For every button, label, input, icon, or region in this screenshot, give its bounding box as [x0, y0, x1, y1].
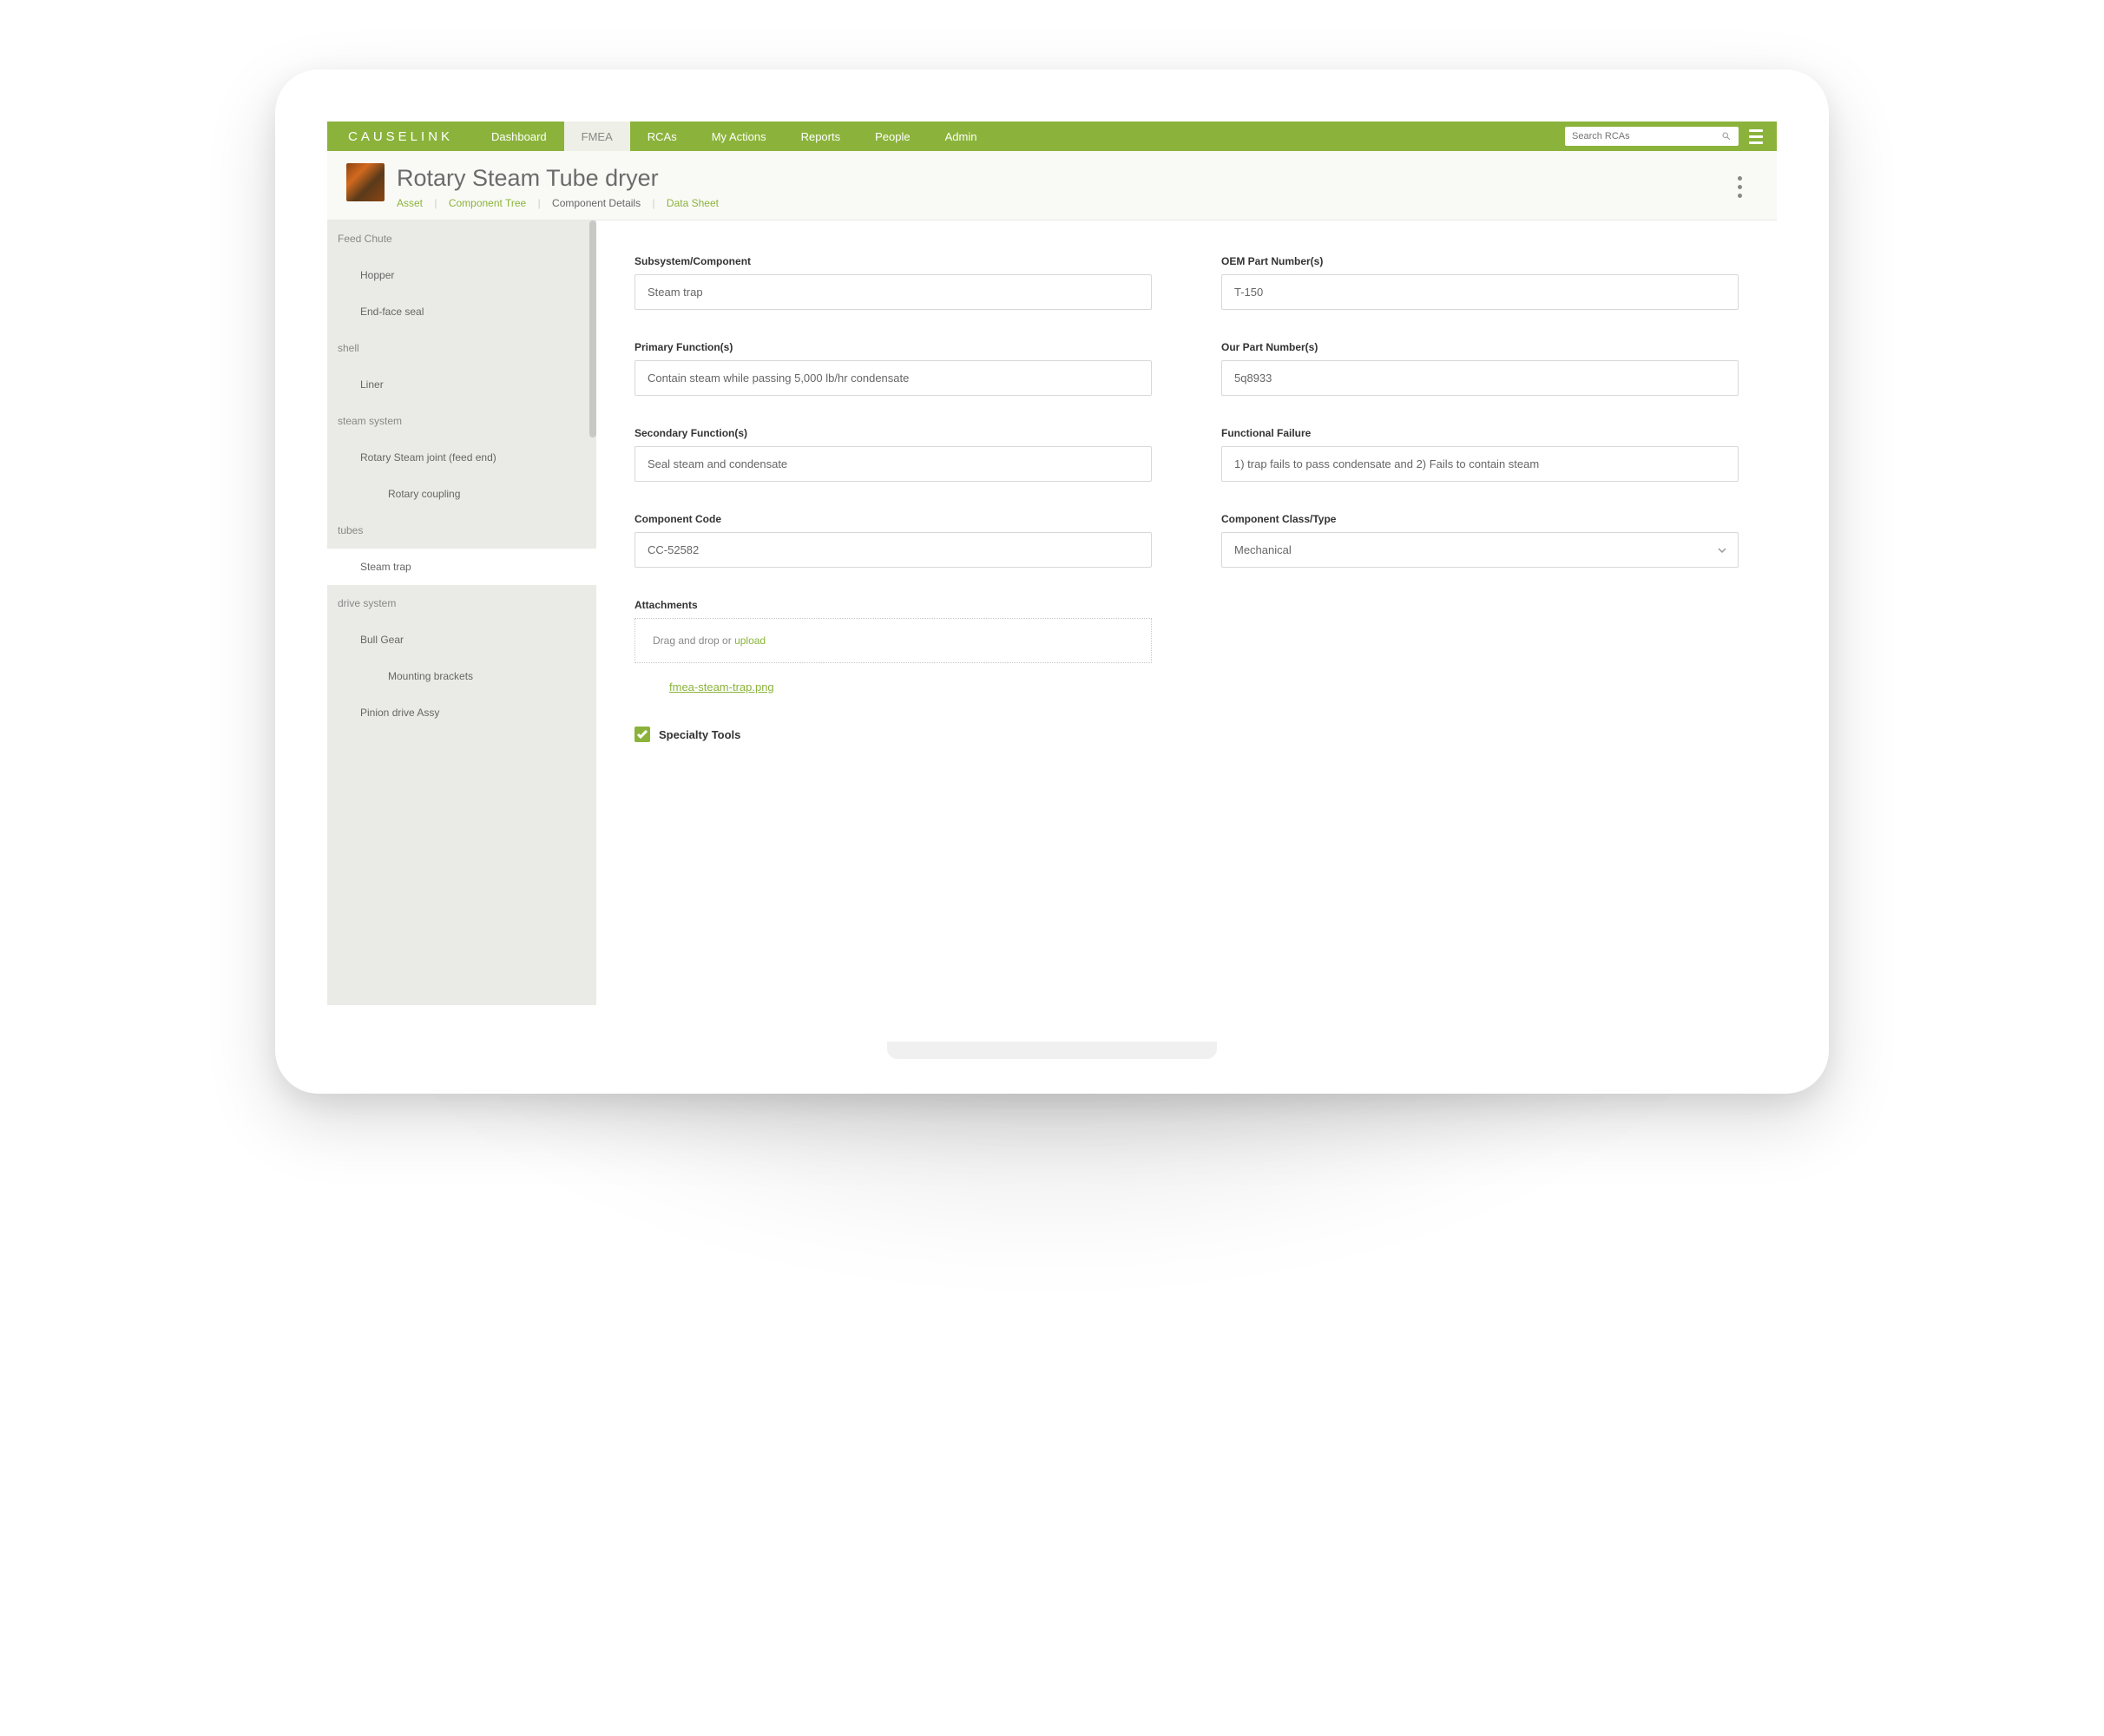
- component-details-form: Subsystem/Component OEM Part Number(s) P…: [596, 220, 1777, 1005]
- input-subsystem[interactable]: [634, 274, 1152, 310]
- nav-reports[interactable]: Reports: [784, 122, 858, 151]
- input-functional-failure[interactable]: [1221, 446, 1739, 482]
- input-primary-function[interactable]: [634, 360, 1152, 396]
- breadcrumb-separator: |: [425, 197, 445, 209]
- tree-item-tubes[interactable]: tubes: [327, 512, 596, 549]
- label-specialty-tools: Specialty Tools: [659, 728, 740, 741]
- input-secondary-function[interactable]: [634, 446, 1152, 482]
- attachments-dropzone[interactable]: Drag and drop or upload: [634, 618, 1152, 663]
- label-subsystem: Subsystem/Component: [634, 255, 1152, 267]
- tree-item-mounting-brackets[interactable]: Mounting brackets: [327, 658, 596, 694]
- tree-item-rotary-coupling[interactable]: Rotary coupling: [327, 476, 596, 512]
- header-text: Rotary Steam Tube dryer Asset | Componen…: [397, 165, 1729, 209]
- laptop-frame: CAUSELINK Dashboard FMEA RCAs My Actions…: [275, 69, 1829, 1094]
- top-nav: CAUSELINK Dashboard FMEA RCAs My Actions…: [327, 122, 1777, 151]
- label-oem-part: OEM Part Number(s): [1221, 255, 1739, 267]
- checkbox-specialty-tools[interactable]: [634, 727, 650, 742]
- dropzone-text: Drag and drop or: [653, 635, 734, 647]
- tree-item-steam-system[interactable]: steam system: [327, 403, 596, 439]
- breadcrumb-component-tree[interactable]: Component Tree: [449, 197, 526, 209]
- chevron-down-icon: [1718, 548, 1726, 553]
- laptop-notch: [887, 1042, 1217, 1059]
- input-oem-part[interactable]: [1221, 274, 1739, 310]
- label-our-part: Our Part Number(s): [1221, 341, 1739, 353]
- tree-item-liner[interactable]: Liner: [327, 366, 596, 403]
- label-component-class: Component Class/Type: [1221, 513, 1739, 525]
- breadcrumb-component-details[interactable]: Component Details: [552, 197, 641, 209]
- tree-item-steam-trap[interactable]: Steam trap: [327, 549, 596, 585]
- component-tree-sidebar: Feed Chute Hopper End-face seal shell Li…: [327, 220, 596, 1005]
- asset-thumbnail[interactable]: [346, 163, 385, 201]
- upload-link[interactable]: upload: [734, 635, 766, 647]
- label-component-code: Component Code: [634, 513, 1152, 525]
- page-title: Rotary Steam Tube dryer: [397, 165, 1729, 192]
- label-functional-failure: Functional Failure: [1221, 427, 1739, 439]
- nav-people[interactable]: People: [858, 122, 927, 151]
- nav-fmea[interactable]: FMEA: [564, 122, 630, 151]
- breadcrumb: Asset | Component Tree | Component Detai…: [397, 197, 1729, 209]
- nav-items: Dashboard FMEA RCAs My Actions Reports P…: [474, 122, 994, 151]
- nav-admin[interactable]: Admin: [928, 122, 995, 151]
- label-attachments: Attachments: [634, 599, 1152, 611]
- checkmark-icon: [637, 730, 648, 739]
- hamburger-menu-icon[interactable]: [1744, 129, 1768, 144]
- body-area: Feed Chute Hopper End-face seal shell Li…: [327, 220, 1777, 1005]
- breadcrumb-asset[interactable]: Asset: [397, 197, 423, 209]
- breadcrumb-separator: |: [529, 197, 549, 209]
- screen: CAUSELINK Dashboard FMEA RCAs My Actions…: [327, 122, 1777, 1007]
- search-input[interactable]: [1572, 131, 1721, 141]
- label-secondary-function: Secondary Function(s): [634, 427, 1152, 439]
- tree-item-rotary-steam-joint[interactable]: Rotary Steam joint (feed end): [327, 439, 596, 476]
- label-primary-function: Primary Function(s): [634, 341, 1152, 353]
- tree-item-drive-system[interactable]: drive system: [327, 585, 596, 621]
- tree-item-end-face-seal[interactable]: End-face seal: [327, 293, 596, 330]
- tree-item-bull-gear[interactable]: Bull Gear: [327, 621, 596, 658]
- breadcrumb-separator: |: [643, 197, 663, 209]
- breadcrumb-data-sheet[interactable]: Data Sheet: [667, 197, 719, 209]
- nav-my-actions[interactable]: My Actions: [694, 122, 784, 151]
- page-header: Rotary Steam Tube dryer Asset | Componen…: [327, 151, 1777, 220]
- nav-rcas[interactable]: RCAs: [630, 122, 694, 151]
- input-our-part[interactable]: [1221, 360, 1739, 396]
- tree-item-pinion-drive[interactable]: Pinion drive Assy: [327, 694, 596, 731]
- tree-item-feed-chute[interactable]: Feed Chute: [327, 220, 596, 257]
- nav-dashboard[interactable]: Dashboard: [474, 122, 564, 151]
- search-box[interactable]: [1565, 127, 1739, 146]
- kebab-menu-icon[interactable]: [1729, 168, 1751, 207]
- sidebar-scrollbar[interactable]: [589, 220, 596, 437]
- tree-item-hopper[interactable]: Hopper: [327, 257, 596, 293]
- select-component-class[interactable]: [1221, 532, 1739, 568]
- brand-logo[interactable]: CAUSELINK: [327, 122, 474, 151]
- attachment-file-link[interactable]: fmea-steam-trap.png: [669, 681, 774, 694]
- nav-right: [1565, 122, 1777, 151]
- tree-item-shell[interactable]: shell: [327, 330, 596, 366]
- search-icon: [1721, 131, 1732, 141]
- input-component-code[interactable]: [634, 532, 1152, 568]
